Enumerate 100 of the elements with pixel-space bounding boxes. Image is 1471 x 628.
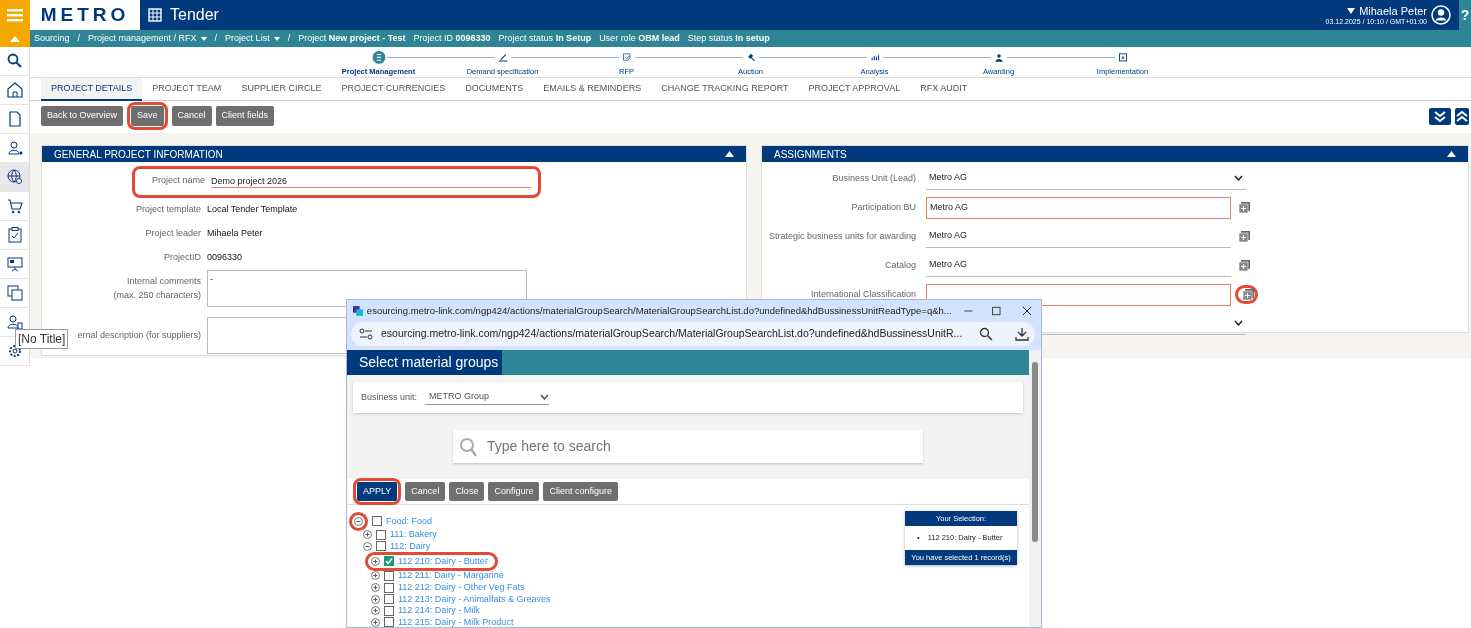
status-item: User role OBM lead <box>599 31 680 45</box>
checkbox[interactable] <box>384 582 394 593</box>
tab[interactable]: PROJECT TEAM <box>142 78 232 101</box>
tree-link[interactable]: 111: Bakery <box>390 529 437 541</box>
tab[interactable]: PROJECT APPROVAL <box>798 78 911 101</box>
field-value: Mihaela Peter <box>207 227 263 241</box>
document-icon <box>6 111 23 127</box>
status-item: Project New project - Test <box>298 31 406 45</box>
checkbox[interactable] <box>372 516 382 526</box>
field-label: International Classification <box>810 288 916 299</box>
breadcrumb-link[interactable]: Project List <box>225 31 270 46</box>
site-icon <box>353 305 363 317</box>
collapse-all-icon[interactable] <box>1455 107 1469 125</box>
action-button[interactable]: Close <box>449 481 485 502</box>
field-label: Project leader <box>145 228 201 239</box>
tab[interactable]: SUPPLIER CIRCLE <box>231 78 332 101</box>
panel-title: ASSIGNMENTS <box>774 147 847 162</box>
expand-node-icon[interactable] <box>371 606 380 616</box>
expand-node-icon[interactable] <box>371 594 380 604</box>
tab[interactable]: RFX AUDIT <box>910 78 978 101</box>
user-avatar-icon[interactable] <box>1431 5 1451 25</box>
chevron-down-icon <box>1234 175 1243 181</box>
expand-all-icon[interactable] <box>1429 107 1451 125</box>
add-icon[interactable] <box>1243 289 1254 300</box>
tree-link[interactable]: 112 214: Dairy - Milk <box>398 605 480 617</box>
tab[interactable]: CHANGE TRACKING REPORT <box>651 78 799 101</box>
collapse-icon[interactable] <box>1447 151 1456 157</box>
field-label: Catalog <box>884 259 916 270</box>
checkbox[interactable] <box>384 594 394 605</box>
address-bar[interactable]: esourcing.metro-link.com/ngp424/actions/materialGroupSearch/MaterialGroupSearchList.do?undefined&hdBussinessUnitR... <box>351 322 1035 346</box>
caret-icon[interactable] <box>1347 7 1356 14</box>
help-button[interactable]: ? <box>1459 0 1471 30</box>
collapse-node-icon[interactable] <box>354 516 363 526</box>
tab[interactable]: PROJECT CURRENCIES <box>331 78 456 101</box>
breadcrumb-link[interactable]: Sourcing <box>34 31 70 46</box>
add-icon[interactable] <box>1239 202 1250 213</box>
globe-search-icon <box>6 169 23 185</box>
input-field[interactable]: Metro AG <box>926 225 1231 248</box>
grid-icon <box>148 8 162 22</box>
input-field[interactable]: Metro AG <box>926 254 1231 277</box>
action-button[interactable]: Client configure <box>543 481 618 502</box>
input-field[interactable]: Demo project 2026 <box>211 174 531 188</box>
sidebar-button[interactable] <box>0 163 29 192</box>
input-field[interactable]: Metro AG <box>926 196 1231 219</box>
expand-node-icon[interactable] <box>363 530 372 540</box>
action-button[interactable]: Configure <box>488 481 540 502</box>
field-value: 0096330 <box>207 251 243 265</box>
tree-link[interactable]: 112 210: Dairy - Butter <box>398 555 488 567</box>
select-field[interactable]: METRO Group <box>425 390 550 405</box>
add-icon[interactable] <box>1239 260 1250 271</box>
checkbox[interactable] <box>376 529 386 540</box>
toolbar-button[interactable]: Save <box>131 106 164 126</box>
field-label: Business unit: <box>361 390 418 404</box>
download-icon[interactable] <box>1015 327 1029 341</box>
user-name[interactable]: Mihaela Peter <box>1359 4 1427 17</box>
zoom-icon[interactable] <box>979 327 993 341</box>
checkbox[interactable] <box>384 571 394 581</box>
expand-node-icon[interactable] <box>371 571 380 581</box>
status-item: Step status In setup <box>687 31 770 45</box>
popup-heading: Select material groups <box>347 350 502 375</box>
field-label: Strategic business units for awarding <box>768 230 916 241</box>
checkbox[interactable] <box>384 605 394 616</box>
search-field[interactable]: Type here to search <box>453 430 923 463</box>
toolbar-button[interactable]: Client fields <box>215 106 275 126</box>
expand-node-icon[interactable] <box>371 556 380 566</box>
checkbox[interactable] <box>384 617 394 627</box>
status-item: Project ID 0096330 <box>413 31 491 45</box>
tree-link[interactable]: Food: Food <box>386 515 433 527</box>
search-input[interactable]: Type here to search <box>485 435 923 458</box>
logo: METRO <box>30 0 140 30</box>
action-button[interactable]: Cancel <box>405 481 446 502</box>
tree-link[interactable]: 112: Dairy <box>390 540 431 552</box>
tree-link[interactable]: 112 212: Dairy - Other Veg Fats <box>398 582 525 594</box>
tree-link[interactable]: 112 211: Dairy - Margarine <box>398 570 504 582</box>
tree-link[interactable]: 112 215: Dairy - Milk Product <box>398 616 514 627</box>
add-icon[interactable] <box>1239 231 1250 242</box>
tree-link[interactable]: 112 213: Dairy - Animalfats & Greaves <box>398 593 551 605</box>
toolbar-button[interactable]: Cancel <box>171 106 212 126</box>
select-field[interactable]: Metro AG <box>926 167 1246 190</box>
breadcrumb-link[interactable]: Project management / RFX <box>88 31 197 46</box>
expand-node-icon[interactable] <box>371 617 380 627</box>
breadcrumb-separator: / <box>214 31 218 45</box>
field-label: Internal comments (max. 250 characters) <box>113 276 201 300</box>
tab[interactable]: EMAILS & REMINDERS <box>533 78 652 101</box>
expand-node-icon[interactable] <box>371 583 380 593</box>
collapse-icon[interactable] <box>725 151 734 157</box>
toolbar-button[interactable]: Back to Overview <box>41 106 124 126</box>
status-item: Project status In Setup <box>498 31 592 45</box>
field-label: ProjectID <box>164 252 201 263</box>
site-settings-icon[interactable] <box>359 328 373 340</box>
tab[interactable]: DOCUMENTS <box>455 78 534 101</box>
checkbox[interactable] <box>376 541 386 552</box>
collapse-node-icon[interactable] <box>363 541 372 551</box>
tab[interactable]: PROJECT DETAILS <box>41 78 143 101</box>
checkbox[interactable] <box>384 556 394 567</box>
home-icon <box>6 82 23 98</box>
panel-title: GENERAL PROJECT INFORMATION <box>54 147 223 162</box>
field-value: Local Tender Template <box>207 203 298 217</box>
action-button[interactable]: APPLY <box>357 481 398 502</box>
field-label: ernal description (for suppliers) <box>77 329 201 340</box>
